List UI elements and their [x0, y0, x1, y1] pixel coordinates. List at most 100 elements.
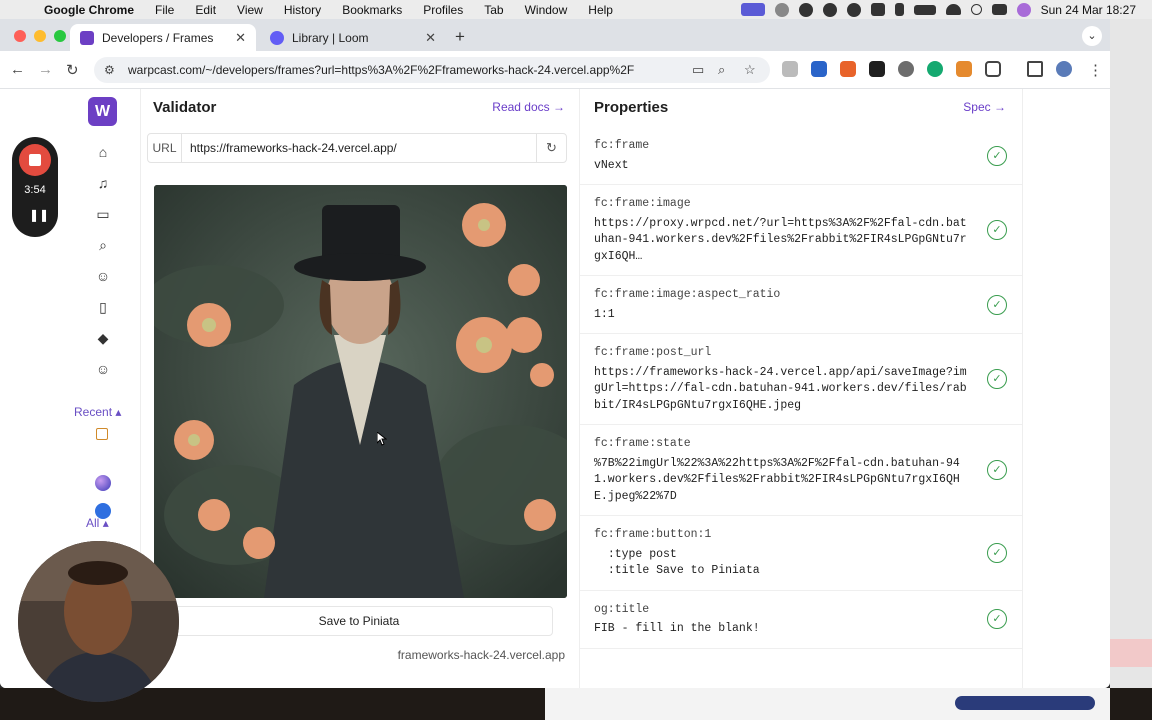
- tab-loom-library[interactable]: Library | Loom ✕: [260, 24, 446, 51]
- menu-edit[interactable]: Edit: [195, 3, 216, 17]
- developer-diamond-icon[interactable]: ◆: [95, 330, 111, 346]
- minimize-window-button[interactable]: [34, 30, 46, 42]
- site-info-icon[interactable]: ⚙: [104, 63, 120, 77]
- frame-url-input[interactable]: [182, 134, 536, 162]
- screen-record-icon[interactable]: [740, 3, 765, 16]
- recent-channel-planet-icon[interactable]: [95, 475, 111, 491]
- frame-preview-image[interactable]: [154, 185, 567, 598]
- menubar-clock[interactable]: Sun 24 Mar 18:27: [1041, 3, 1136, 17]
- extension-grammarly-icon[interactable]: [927, 61, 943, 77]
- save-to-piniata-button[interactable]: Save to Piniata: [165, 606, 553, 636]
- extension-gray-icon[interactable]: [782, 61, 798, 77]
- recent-section-toggle[interactable]: Recent ▴: [74, 405, 121, 419]
- menu-tab[interactable]: Tab: [484, 3, 503, 17]
- profile-icon[interactable]: ☺: [95, 361, 111, 377]
- extension-badge-icon[interactable]: [898, 61, 914, 77]
- browser-toolbar: ← → ↻ ⚙ warpcast.com/~/developers/frames…: [0, 51, 1110, 89]
- property-key: fc:frame:image:aspect_ratio: [594, 288, 781, 301]
- tab-developers-frames[interactable]: Developers / Frames ✕: [70, 24, 256, 51]
- pause-recording-icon[interactable]: ❚❚: [29, 208, 49, 222]
- spec-link[interactable]: Spec →: [963, 100, 1006, 114]
- address-bar[interactable]: ⚙ warpcast.com/~/developers/frames?url=h…: [94, 57, 770, 83]
- menu-history[interactable]: History: [284, 3, 321, 17]
- property-value: https://proxy.wrpcd.net/?url=https%3A%2F…: [594, 216, 967, 263]
- property-value: 1:1: [594, 307, 615, 321]
- bookmark-icon[interactable]: ▯: [95, 299, 111, 315]
- menubar-status-area: Sun 24 Mar 18:27: [740, 0, 1136, 19]
- close-window-button[interactable]: [14, 30, 26, 42]
- extension-check-icon[interactable]: [811, 61, 827, 77]
- extension-fox-icon[interactable]: [956, 61, 972, 77]
- bluetooth-icon[interactable]: [894, 3, 904, 16]
- menu-file[interactable]: File: [155, 3, 174, 17]
- warpcast-favicon-icon: [80, 30, 94, 45]
- battery-icon[interactable]: [913, 4, 936, 15]
- properties-list: fc:frame vNext ✓ fc:frame:image https://…: [580, 127, 1022, 649]
- stop-recording-button[interactable]: [19, 144, 51, 176]
- forward-arrow-icon[interactable]: →: [38, 61, 53, 78]
- menu-app-name[interactable]: Google Chrome: [44, 3, 134, 17]
- channels-icon[interactable]: ☺: [95, 268, 111, 284]
- desktop-background-right: [1110, 19, 1152, 720]
- back-arrow-icon[interactable]: ←: [10, 61, 25, 78]
- notifications-bell-icon[interactable]: ♫: [95, 175, 111, 191]
- reload-icon[interactable]: ↻: [66, 61, 79, 79]
- side-panel-icon[interactable]: [1027, 61, 1043, 77]
- valid-check-icon: ✓: [987, 369, 1007, 389]
- address-url[interactable]: warpcast.com/~/developers/frames?url=htt…: [128, 63, 634, 77]
- search-icon[interactable]: ⌕: [95, 237, 111, 253]
- extension-fire-icon[interactable]: [840, 61, 856, 77]
- recent-label: Recent: [74, 405, 113, 419]
- sun-icon[interactable]: [798, 2, 813, 17]
- location-icon[interactable]: [774, 2, 789, 17]
- cloud-icon[interactable]: [846, 2, 861, 17]
- close-tab-icon[interactable]: ✕: [425, 30, 436, 46]
- profile-avatar-icon[interactable]: [1056, 61, 1072, 77]
- compass-icon[interactable]: [822, 2, 837, 17]
- tab-search-chevron-icon[interactable]: ⌄: [1082, 26, 1102, 46]
- read-docs-link[interactable]: Read docs →: [492, 100, 565, 114]
- siri-icon[interactable]: [1016, 2, 1031, 17]
- tab-title: Developers / Frames: [102, 30, 214, 45]
- zoom-window-button[interactable]: [54, 30, 66, 42]
- all-section-toggle[interactable]: All ▴: [86, 516, 109, 530]
- chevron-up-icon: ▴: [102, 516, 109, 530]
- refresh-icon[interactable]: ↻: [536, 134, 566, 162]
- menu-help[interactable]: Help: [588, 3, 613, 17]
- wifi-icon[interactable]: [945, 4, 961, 15]
- menu-view[interactable]: View: [237, 3, 263, 17]
- menu-bookmarks[interactable]: Bookmarks: [342, 3, 402, 17]
- bookmark-star-icon[interactable]: ☆: [744, 62, 756, 78]
- chrome-menu-icon[interactable]: ⋮: [1088, 61, 1103, 79]
- loom-favicon-icon: [270, 30, 284, 45]
- properties-title: Properties: [594, 99, 669, 116]
- recent-channel-orange-icon[interactable]: [96, 428, 108, 440]
- loom-camera-bubble[interactable]: [18, 541, 179, 702]
- zoom-icon[interactable]: ⌕: [718, 62, 725, 78]
- property-key: fc:frame:button:1: [594, 528, 712, 541]
- property-value: https://frameworks-hack-24.vercel.app/ap…: [594, 365, 967, 412]
- spotlight-search-icon[interactable]: [970, 4, 982, 15]
- property-key: fc:frame: [594, 139, 650, 152]
- extensions-puzzle-icon[interactable]: [985, 61, 1001, 77]
- desktop-background-bottom: [0, 688, 1152, 720]
- property-og-title: og:title FIB - fill in the blank! ✓: [580, 591, 1022, 649]
- messages-icon[interactable]: ▭: [95, 206, 111, 222]
- warpcast-logo[interactable]: W: [88, 97, 117, 126]
- valid-check-icon: ✓: [987, 220, 1007, 240]
- close-tab-icon[interactable]: ✕: [235, 30, 246, 46]
- install-app-icon[interactable]: ▭: [692, 62, 704, 78]
- home-icon[interactable]: ⌂: [95, 144, 111, 160]
- control-center-icon[interactable]: [991, 4, 1007, 15]
- extension-dark-icon[interactable]: [869, 61, 885, 77]
- new-tab-plus-icon[interactable]: +: [455, 27, 465, 47]
- property-key: fc:frame:image: [594, 197, 691, 210]
- property-value: %7B%22imgUrl%22%3A%22https%3A%2F%2Ffal-c…: [594, 456, 960, 503]
- arrow-right-icon: →: [553, 100, 565, 114]
- property-fc-frame-post-url: fc:frame:post_url https://frameworks-hac…: [580, 334, 1022, 425]
- validator-panel: Validator Read docs → URL ↻: [140, 89, 580, 688]
- volume-icon[interactable]: [870, 3, 885, 16]
- window-controls: [14, 30, 66, 42]
- menu-window[interactable]: Window: [525, 3, 568, 17]
- menu-profiles[interactable]: Profiles: [423, 3, 463, 17]
